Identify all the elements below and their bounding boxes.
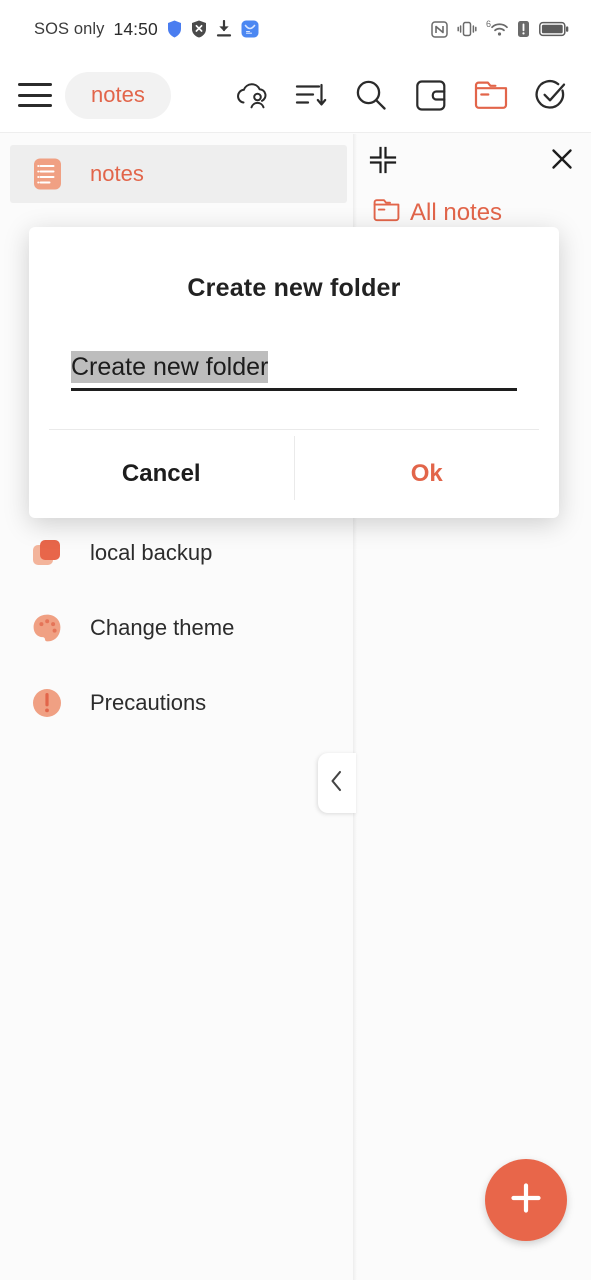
vibrate-icon [457, 21, 477, 37]
plus-icon [506, 1178, 546, 1223]
download-icon [216, 20, 231, 37]
shield-block-icon [191, 20, 206, 38]
sidebar-item-change-theme[interactable]: Change theme [0, 599, 357, 657]
app-title-label: notes [91, 82, 145, 107]
create-folder-dialog: Create new folder Create new folder Canc… [29, 227, 559, 518]
alert-icon [518, 21, 529, 37]
backup-icon [30, 536, 64, 570]
cancel-button[interactable]: Cancel [29, 430, 294, 518]
nfc-icon [431, 20, 448, 38]
battery-icon [539, 21, 569, 37]
all-notes-label: All notes [410, 198, 503, 226]
sidebar-item-notes[interactable]: notes [10, 145, 347, 203]
close-icon[interactable] [545, 142, 579, 176]
dialog-actions: Cancel Ok [29, 430, 559, 518]
sidebar-item-local-backup[interactable]: local backup [0, 524, 357, 582]
chevron-left-icon [329, 770, 345, 797]
folder-name-input[interactable]: Create new folder [71, 351, 517, 391]
all-notes-entry[interactable]: All notes [373, 198, 502, 227]
collapse-corners-icon[interactable] [369, 146, 397, 174]
check-circle-icon[interactable] [529, 73, 573, 117]
status-bar-left: SOS only 14:50 [34, 19, 259, 40]
carrier-label: SOS only [34, 19, 105, 38]
folder-icon[interactable] [469, 73, 513, 117]
dialog-title: Create new folder [187, 274, 401, 302]
app-screen: SOS only 14:50 6 notes notes local backu… [0, 0, 591, 1280]
app-blue-icon [241, 20, 259, 38]
sidebar-item-label: Change theme [90, 615, 235, 640]
toolbar-actions [229, 73, 591, 117]
wifi-6-icon: 6 [486, 19, 508, 38]
alert-circle-icon [30, 686, 64, 720]
sort-icon[interactable] [289, 73, 333, 117]
folder-name-input-value[interactable]: Create new folder [71, 351, 269, 383]
hamburger-line [18, 93, 52, 97]
panel-collapse-handle[interactable] [318, 753, 356, 813]
sidebar-item-label: local backup [90, 540, 213, 565]
cloud-account-icon[interactable] [229, 73, 273, 117]
sidebar-item-label: Precautions [90, 690, 207, 715]
hamburger-menu-icon[interactable] [18, 83, 52, 107]
hamburger-line [18, 83, 52, 86]
add-note-fab[interactable] [485, 1159, 567, 1241]
hamburger-line [18, 104, 52, 107]
search-icon[interactable] [349, 73, 393, 117]
ok-button[interactable]: Ok [295, 430, 560, 518]
status-bar-right: 6 [431, 19, 569, 38]
note-card-icon[interactable] [409, 73, 453, 117]
status-bar: SOS only 14:50 6 [0, 0, 591, 58]
notes-list-icon [30, 157, 64, 191]
sidebar-item-precautions[interactable]: Precautions [0, 674, 357, 732]
app-toolbar: notes [0, 58, 591, 133]
clock-label: 14:50 [113, 18, 158, 39]
sidebar-item-label: notes [90, 161, 144, 186]
app-title-pill[interactable]: notes [65, 71, 171, 119]
shield-blue-icon [167, 20, 181, 38]
palette-icon [30, 611, 64, 645]
folder-icon [373, 198, 400, 227]
